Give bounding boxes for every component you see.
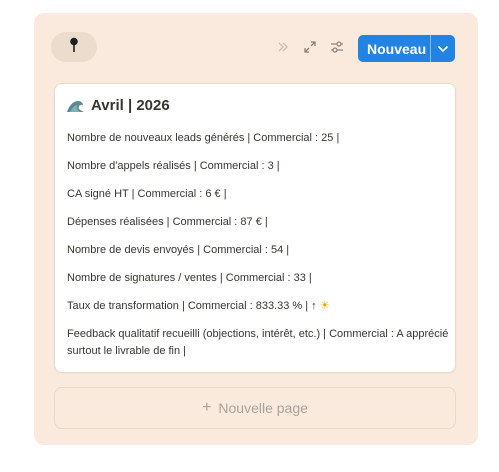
property-leads: Nombre de nouveaux leads générés | Comme… — [67, 132, 340, 144]
plus-icon: + — [202, 399, 212, 416]
expand-icon[interactable] — [302, 39, 318, 55]
pushpin-icon — [69, 37, 79, 58]
chevron-down-icon[interactable] — [431, 45, 455, 53]
new-button[interactable]: Nouveau — [358, 35, 455, 62]
wave-icon — [67, 100, 84, 112]
property-conversion-text: Taux de transformation | Commercial : 83… — [67, 300, 317, 312]
card-title: Avril | 2026 — [67, 97, 170, 114]
property-conversion: Taux de transformation | Commercial : 83… — [67, 299, 330, 313]
sun-icon: ☀ — [319, 300, 330, 312]
double-chevron-right-icon[interactable] — [275, 39, 291, 55]
filter-settings-icon[interactable] — [329, 39, 345, 55]
property-revenue: CA signé HT | Commercial : 6 € | — [67, 188, 227, 200]
property-sales: Nombre de signatures / ventes | Commerci… — [67, 272, 312, 284]
property-expenses: Dépenses réalisées | Commercial : 87 € | — [67, 216, 268, 228]
page-card[interactable]: Avril | 2026 Nombre de nouveaux leads gé… — [54, 83, 456, 373]
card-title-text: Avril | 2026 — [91, 97, 170, 114]
property-feedback: Feedback qualitatif recueilli (objection… — [67, 328, 449, 357]
property-calls: Nombre d'appels réalisés | Commercial : … — [67, 160, 280, 172]
new-button-label: Nouveau — [367, 40, 427, 57]
pin-button[interactable] — [51, 32, 97, 62]
new-page-label: Nouvelle page — [218, 400, 308, 416]
property-quotes: Nombre de devis envoyés | Commercial : 5… — [67, 244, 290, 256]
board-column: Nouveau Avril | 2026 Nombre de nouveaux … — [34, 13, 478, 445]
new-page-button[interactable]: + Nouvelle page — [54, 387, 456, 429]
